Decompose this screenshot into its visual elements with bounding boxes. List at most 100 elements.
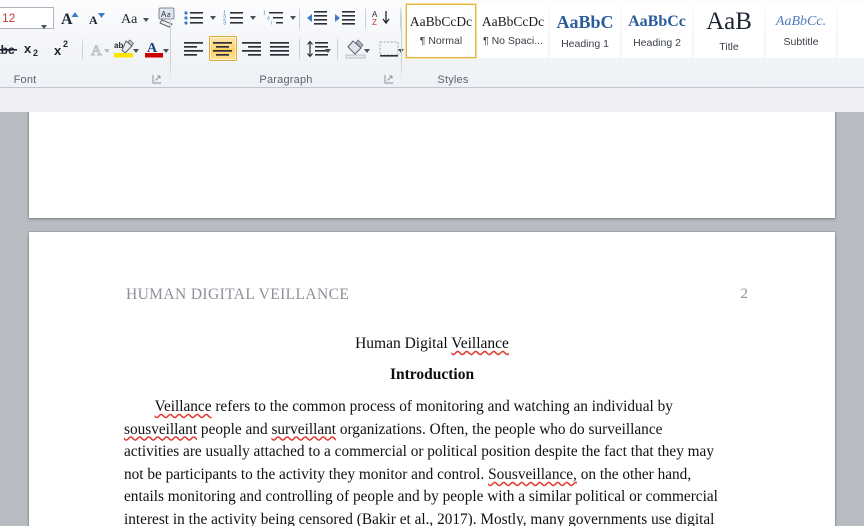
paragraph-text: Veillance refers to the common process o… <box>124 396 757 526</box>
increase-indent-icon <box>335 11 355 25</box>
document-title[interactable]: Human Digital Veillance <box>29 335 835 353</box>
style-item-title[interactable]: AaB Title <box>694 4 764 58</box>
decrease-indent-button[interactable] <box>304 7 330 29</box>
style-item-no-spacing[interactable]: AaBbCcDc ¶ No Spaci... <box>478 4 548 58</box>
multilevel-list-icon: 1 a i <box>263 11 283 27</box>
svg-text:A: A <box>61 11 73 27</box>
page-header[interactable]: HUMAN DIGITAL VEILLANCE 2 <box>29 286 835 308</box>
style-sample: AaBbCc <box>628 12 686 30</box>
chevron-down-icon <box>210 16 216 20</box>
align-right-button[interactable] <box>239 38 265 60</box>
ruler-band: 1 1 2 3 4 5 6 7 <box>0 88 864 204</box>
superscript-icon: x 2 <box>54 40 68 58</box>
body-line: Veillance refers to the common process o… <box>154 398 673 415</box>
style-sample: AaBbCcDc <box>409 13 473 29</box>
svg-text:ab: ab <box>114 41 123 50</box>
grow-font-button[interactable]: A <box>58 7 84 29</box>
body-line: interest in the activity being censored … <box>124 510 715 526</box>
chevron-down-icon <box>290 16 296 20</box>
ribbon: 12 A A Aa A a bc x 2 x 2 A ab A Font 1 2… <box>0 0 864 88</box>
chevron-down-icon <box>325 49 331 53</box>
svg-text:i: i <box>271 21 272 27</box>
svg-text:3: 3 <box>223 21 226 27</box>
subscript-button[interactable]: x 2 <box>20 38 48 60</box>
bullets-button[interactable] <box>181 7 207 29</box>
superscript-button[interactable]: x 2 <box>50 38 78 60</box>
chevron-down-icon <box>250 16 256 20</box>
document-page-2[interactable]: HUMAN DIGITAL VEILLANCE 2 Human Digital … <box>29 232 835 526</box>
ribbon-group-styles: AaBbCcDc ¶ Normal AaBbCcDc ¶ No Spaci...… <box>402 0 864 88</box>
sort-icon: A Z <box>372 10 390 27</box>
justify-button[interactable] <box>267 38 293 60</box>
style-item-subtitle[interactable]: AaBbCc. Subtitle <box>766 4 836 58</box>
align-center-button[interactable] <box>209 36 237 61</box>
decrease-indent-icon <box>307 11 327 25</box>
strikethrough-button[interactable]: abc <box>0 38 18 60</box>
style-label: Heading 2 <box>633 36 681 49</box>
increase-indent-button[interactable] <box>332 7 358 29</box>
shrink-font-button[interactable]: A <box>84 7 110 29</box>
align-right-icon <box>242 42 261 56</box>
style-label: ¶ Normal <box>419 35 463 48</box>
chevron-down-icon <box>41 16 47 34</box>
body-line: sousveillant people and surveillant orga… <box>124 420 663 438</box>
borders-button[interactable] <box>376 38 404 60</box>
word-document-window: 12 A A Aa A a bc x 2 x 2 A ab A Font 1 2… <box>0 0 864 526</box>
bullets-icon <box>184 11 203 25</box>
body-line: not be participants to the activity they… <box>124 465 692 483</box>
style-label: Subtitle <box>783 35 819 48</box>
numbering-button[interactable]: 1 2 3 <box>221 7 247 29</box>
style-item-normal[interactable]: AaBbCcDc ¶ Normal <box>406 4 476 58</box>
body-line: entails monitoring and controlling of pe… <box>124 488 718 506</box>
page-number: 2 <box>740 286 749 302</box>
numbering-icon: 1 2 3 <box>223 11 243 27</box>
align-center-icon <box>213 41 232 56</box>
text-effects-button[interactable]: A <box>86 38 112 60</box>
chevron-down-icon <box>364 49 370 53</box>
sort-button[interactable]: A Z <box>370 7 396 29</box>
grow-font-icon: A <box>61 11 79 27</box>
style-item-subtle-emphasis[interactable]: Aa Sub <box>838 4 864 58</box>
chevron-down-icon <box>163 49 169 53</box>
style-label: Title <box>719 41 739 53</box>
ribbon-group-font: 12 A A Aa A a bc x 2 x 2 A ab A Font <box>0 0 175 88</box>
document-page-1[interactable] <box>29 112 835 218</box>
svg-text:Aa: Aa <box>121 12 138 27</box>
svg-text:2: 2 <box>33 48 38 58</box>
font-color-button[interactable]: A <box>142 38 170 60</box>
style-label: ¶ No Spaci... <box>483 35 543 48</box>
text-highlight-color-button[interactable]: ab <box>112 38 140 60</box>
document-canvas[interactable]: HUMAN DIGITAL VEILLANCE 2 Human Digital … <box>0 112 864 526</box>
style-sample: AaB <box>706 8 752 35</box>
svg-text:1: 1 <box>263 11 266 17</box>
chevron-down-icon <box>143 18 149 22</box>
change-case-icon: Aa <box>121 12 138 27</box>
section-heading: Introduction <box>389 366 475 383</box>
style-item-heading-2[interactable]: AaBbCc Heading 2 <box>622 4 692 58</box>
style-sample: AaBbC <box>556 11 614 32</box>
style-sample: AaBbCcDc <box>481 13 545 29</box>
font-group-label: Font <box>13 74 37 86</box>
title-text-part: Human Digital <box>355 335 452 352</box>
strikethrough-icon: abc <box>0 43 17 57</box>
style-item-heading-1[interactable]: AaBbC Heading 1 <box>550 4 620 58</box>
justify-icon <box>270 42 289 56</box>
style-label: Heading 1 <box>561 37 609 50</box>
shrink-font-icon: A <box>89 13 105 27</box>
shading-button[interactable] <box>343 38 371 60</box>
body-paragraph[interactable]: Veillance refers to the common process o… <box>124 396 757 526</box>
svg-text:x: x <box>54 43 62 58</box>
align-left-button[interactable] <box>181 38 207 60</box>
styles-group-label: Styles <box>437 74 469 86</box>
chevron-down-icon <box>104 49 110 53</box>
body-line: activities are usually attached to a com… <box>124 443 714 461</box>
change-case-button[interactable]: Aa <box>114 7 152 29</box>
font-dialog-launcher[interactable] <box>152 74 163 85</box>
font-size-input[interactable]: 12 <box>0 7 54 29</box>
title-misspelled-word: Veillance <box>451 335 509 352</box>
multilevel-list-button[interactable]: 1 a i <box>261 7 287 29</box>
svg-text:A: A <box>91 43 102 58</box>
running-header-text: HUMAN DIGITAL VEILLANCE <box>126 286 350 303</box>
dialog-launcher-icon <box>152 75 161 84</box>
line-spacing-button[interactable] <box>304 38 332 60</box>
